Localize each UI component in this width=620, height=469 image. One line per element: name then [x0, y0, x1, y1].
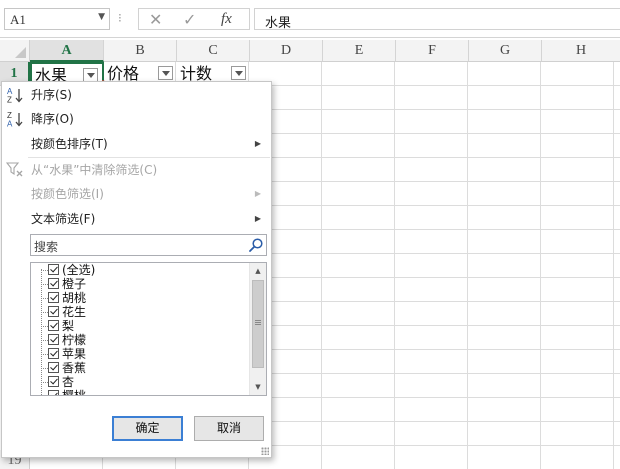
vertical-dots-icon: ⁝ — [118, 11, 122, 25]
name-box[interactable]: A1 ▼ — [4, 8, 110, 30]
ok-button[interactable]: 确定 — [112, 416, 183, 441]
checkbox[interactable] — [48, 334, 59, 345]
svg-text:A: A — [7, 120, 13, 129]
filter-by-color-label: 按颜色筛选(I) — [31, 187, 104, 201]
filter-item-label: 香蕉 — [62, 361, 87, 375]
search-icon[interactable] — [248, 237, 264, 253]
text-filters-label: 文本筛选(F) — [31, 212, 96, 226]
filter-dropdown-button-c[interactable] — [231, 66, 246, 80]
formula-bar: A1 ▼ ⁝ ✕ ✓ fx 水果 — [0, 0, 620, 38]
filter-item-label: 柠檬 — [62, 333, 87, 347]
menu-item-sort-by-color[interactable]: 按颜色排序(T) ▶ — [2, 132, 271, 156]
tree-connector — [41, 368, 48, 369]
autofilter-menu: A Z 升序(S) Z A 降序(O) 按颜色排序(T) ▶ 从“水果”中清除筛… — [1, 81, 272, 458]
cancel-button[interactable]: 取消 — [194, 416, 264, 441]
formula-input[interactable]: 水果 — [254, 8, 620, 31]
resize-grip-icon[interactable] — [261, 447, 269, 455]
scroll-up-icon[interactable]: ▲ — [250, 263, 266, 279]
tree-connector — [41, 298, 48, 299]
filter-item-label: 梨 — [62, 319, 75, 333]
checkbox[interactable] — [48, 292, 59, 303]
sort-descending-label: 降序(O) — [31, 112, 74, 126]
tree-connector — [41, 269, 42, 395]
submenu-arrow-icon: ▶ — [254, 189, 261, 198]
filter-item-label: 樱桃 — [62, 389, 87, 396]
filter-item-label: 苹果 — [62, 347, 87, 361]
menu-item-text-filters[interactable]: 文本筛选(F) ▶ — [2, 207, 271, 231]
formula-content: 水果 — [265, 16, 292, 31]
tree-connector — [41, 354, 48, 355]
menu-item-clear-filter: 从“水果”中清除筛选(C) — [2, 158, 271, 182]
filter-item-label: 胡桃 — [62, 291, 87, 305]
checkbox[interactable] — [48, 306, 59, 317]
menu-item-sort-ascending[interactable]: A Z 升序(S) — [2, 83, 271, 107]
search-placeholder: 搜索 — [34, 240, 59, 254]
tree-connector — [41, 326, 48, 327]
checkbox[interactable] — [48, 264, 59, 275]
menu-item-filter-by-color: 按颜色筛选(I) ▶ — [2, 182, 271, 206]
chevron-down-icon[interactable]: ▼ — [98, 12, 105, 22]
checkbox[interactable] — [48, 278, 59, 289]
clear-filter-icon — [6, 162, 23, 177]
column-header-g[interactable]: G — [469, 40, 542, 62]
checkbox[interactable] — [48, 320, 59, 331]
sort-ascending-label: 升序(S) — [31, 88, 72, 102]
formula-buttons: ✕ ✓ fx — [138, 8, 250, 30]
filter-item-label: 橙子 — [62, 277, 87, 291]
scrollbar-thumb[interactable] — [252, 280, 264, 368]
cancel-icon[interactable]: ✕ — [149, 10, 162, 29]
tree-connector — [41, 382, 48, 383]
checkbox[interactable] — [48, 362, 59, 373]
list-scrollbar[interactable]: ▲ ▼ — [249, 263, 266, 395]
column-header-a[interactable]: A — [30, 40, 104, 62]
column-header-c[interactable]: C — [177, 40, 250, 62]
filter-search-input[interactable]: 搜索 — [30, 234, 267, 256]
scroll-down-icon[interactable]: ▼ — [250, 379, 266, 395]
tree-connector — [41, 284, 48, 285]
grip-icon — [255, 320, 261, 325]
tree-connector — [41, 270, 48, 271]
name-box-value: A1 — [10, 12, 26, 27]
filter-item-label: 花生 — [62, 305, 87, 319]
select-all-corner[interactable] — [0, 40, 30, 62]
enter-check-icon[interactable]: ✓ — [183, 10, 196, 29]
checkbox[interactable] — [48, 376, 59, 387]
checkbox[interactable] — [48, 390, 59, 395]
menu-item-sort-descending[interactable]: Z A 降序(O) — [2, 107, 271, 131]
column-header-e[interactable]: E — [323, 40, 396, 62]
sort-by-color-label: 按颜色排序(T) — [31, 137, 108, 151]
filter-values-list: (全选) 橙子 胡桃 花生 梨 柠檬 苹果 香蕉 杏 樱桃 ▲ ▼ — [30, 262, 267, 396]
column-header-f[interactable]: F — [396, 40, 469, 62]
tree-connector — [41, 312, 48, 313]
tree-connector — [41, 340, 48, 341]
insert-function-icon[interactable]: fx — [221, 11, 232, 28]
sort-ascending-icon: A Z — [7, 87, 23, 105]
column-header-d[interactable]: D — [250, 40, 323, 62]
submenu-arrow-icon: ▶ — [254, 214, 261, 223]
filter-item-label: 杏 — [62, 375, 75, 389]
checkbox[interactable] — [48, 348, 59, 359]
clear-filter-label: 从“水果”中清除筛选(C) — [31, 163, 158, 177]
column-header-b[interactable]: B — [104, 40, 177, 62]
svg-text:Z: Z — [7, 96, 12, 105]
column-header-h[interactable]: H — [542, 40, 620, 62]
submenu-arrow-icon: ▶ — [254, 139, 261, 148]
filter-item-label: (全选) — [62, 263, 96, 277]
sort-descending-icon: Z A — [7, 111, 23, 129]
